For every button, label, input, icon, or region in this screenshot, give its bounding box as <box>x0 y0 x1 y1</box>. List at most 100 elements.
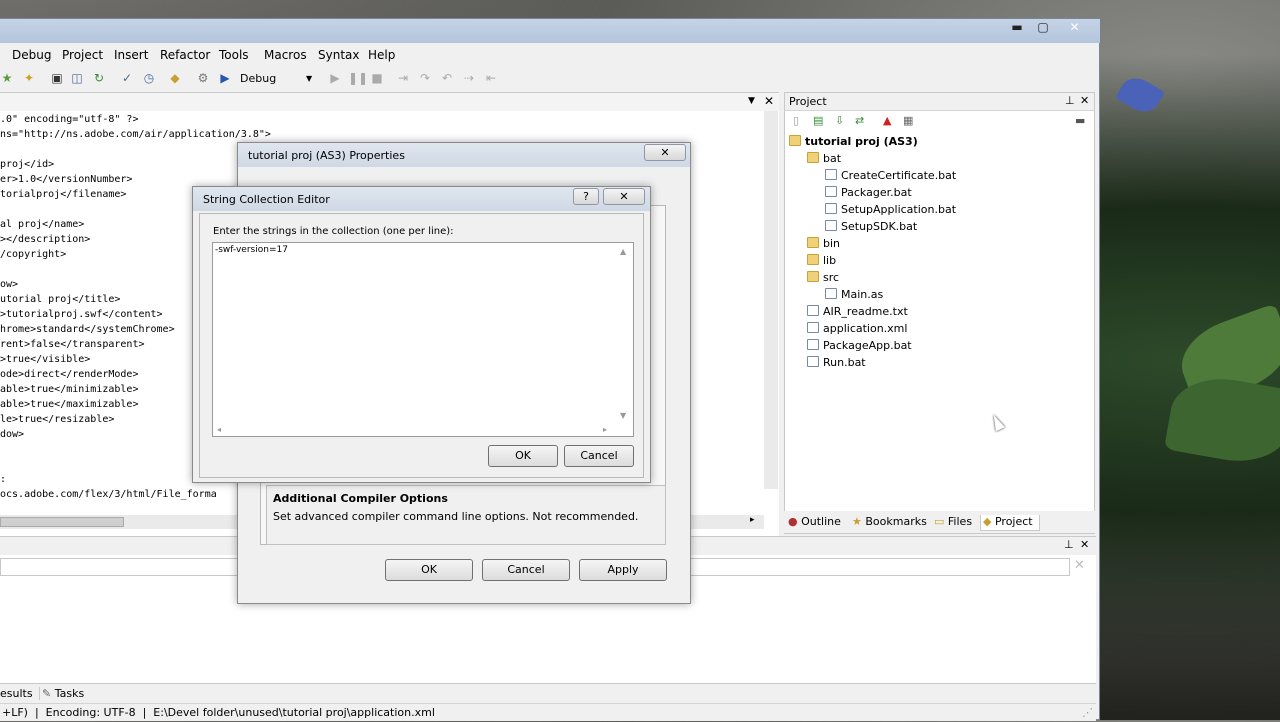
properties-apply-button[interactable]: Apply <box>579 559 667 581</box>
help-button[interactable]: ? <box>573 188 599 205</box>
pin-icon[interactable]: ⊥ <box>1065 94 1075 107</box>
tree-item-label: AIR_readme.txt <box>823 305 908 318</box>
tree-item[interactable]: PackageApp.bat <box>807 339 912 352</box>
help-text: Set advanced compiler command line optio… <box>273 510 639 523</box>
tree-item-label: CreateCertificate.bat <box>841 169 957 182</box>
code-line: ns="http://ns.adobe.com/air/application/… <box>0 129 271 140</box>
flash-icon[interactable]: ▲ <box>883 114 891 127</box>
bookmark-icon[interactable]: ★ <box>0 71 14 85</box>
string-editor-textarea[interactable]: -swf-version=17 ▲ ▼ ◂ ▸ <box>212 242 634 437</box>
tab-project[interactable]: ◆ Project <box>980 515 1040 531</box>
continue-icon[interactable]: ⇢ <box>462 71 476 85</box>
tab-files[interactable]: ▭ Files <box>934 515 972 528</box>
string-editor-value: -swf-version=17 <box>215 245 288 255</box>
chevron-down-icon: ▼ <box>306 74 313 83</box>
clock-icon[interactable]: ◷ <box>142 71 156 85</box>
scroll-thumb[interactable] <box>0 517 124 527</box>
tab-bookmarks[interactable]: ★ Bookmarks <box>852 515 927 528</box>
play-icon[interactable]: ▶ <box>328 71 342 85</box>
step-over-icon[interactable]: ↷ <box>418 71 432 85</box>
tree-item[interactable]: application.xml <box>807 322 907 335</box>
tree-item[interactable]: AIR_readme.txt <box>807 305 908 318</box>
code-line: : <box>0 474 7 485</box>
scroll-up-icon[interactable]: ▲ <box>620 247 626 256</box>
properties-ok-button[interactable]: OK <box>385 559 473 581</box>
minimize-button[interactable]: ▬ <box>1004 19 1030 36</box>
scroll-left-icon[interactable]: ◂ <box>217 425 221 434</box>
string-editor-ok-button[interactable]: OK <box>488 445 558 467</box>
tab-tasks[interactable]: ✎ Tasks <box>42 687 84 700</box>
tree-item[interactable]: bin <box>807 237 840 250</box>
tree-item[interactable]: Run.bat <box>807 356 866 369</box>
gear-icon[interactable]: ⚙ <box>196 71 210 85</box>
menu-insert[interactable]: Insert <box>114 48 148 62</box>
string-editor-cancel-button[interactable]: Cancel <box>564 445 634 467</box>
chevron-down-icon[interactable]: ▼ <box>748 96 755 106</box>
tree-item-label: PackageApp.bat <box>823 339 912 352</box>
tree-item-label: bat <box>823 152 842 165</box>
layout-icon[interactable]: ◫ <box>70 71 84 85</box>
close-icon[interactable]: ✕ <box>1080 94 1089 107</box>
menu-help[interactable]: Help <box>368 48 395 62</box>
tab-results[interactable]: esults <box>0 687 40 700</box>
tree-item[interactable]: bat <box>807 152 841 165</box>
string-editor-close-button[interactable]: ✕ <box>603 188 645 205</box>
folder-icon: ▭ <box>934 515 945 528</box>
bottom-tabs: esults ✎ Tasks <box>0 683 1096 703</box>
menu-syntax[interactable]: Syntax <box>318 48 359 62</box>
project-root[interactable]: tutorial proj (AS3) <box>789 135 918 148</box>
scroll-down-icon[interactable]: ▼ <box>620 411 626 420</box>
tree-item[interactable]: lib <box>807 254 836 267</box>
code-line: dow> <box>0 429 25 440</box>
stop-icon[interactable]: ■ <box>370 71 384 85</box>
editor-vertical-scrollbar[interactable] <box>764 111 778 489</box>
step-into-icon[interactable]: ⇥ <box>396 71 410 85</box>
refresh-icon[interactable]: ↻ <box>92 71 106 85</box>
tree-item-label: src <box>823 271 840 284</box>
briefcase-icon[interactable]: ▬ <box>1075 114 1085 127</box>
box-icon[interactable]: ◆ <box>168 71 182 85</box>
check-icon[interactable]: ✓ <box>120 71 134 85</box>
close-button[interactable]: ✕ <box>1058 19 1091 36</box>
menu-debug[interactable]: Debug <box>12 48 51 62</box>
scroll-right-icon[interactable]: ▸ <box>750 515 755 525</box>
code-line: al proj</name> <box>0 219 85 230</box>
add-icon[interactable]: ▤ <box>813 114 823 127</box>
build-config-select[interactable]: Debug ▼ <box>236 70 316 88</box>
menu-macros[interactable]: Macros <box>264 48 307 62</box>
menu-tools[interactable]: Tools <box>219 48 249 62</box>
tab-outline[interactable]: ● Outline <box>788 515 841 528</box>
properties-cancel-button[interactable]: Cancel <box>482 559 570 581</box>
tree-item[interactable]: SetupSDK.bat <box>825 220 917 233</box>
tree-item[interactable]: src <box>807 271 839 284</box>
pause-icon[interactable]: ❚❚ <box>348 71 368 85</box>
star-icon: ★ <box>852 515 862 528</box>
scroll-right-icon[interactable]: ▸ <box>603 425 607 434</box>
code-line: proj</id> <box>0 159 55 170</box>
new-file-icon[interactable]: ▯ <box>793 114 799 127</box>
tree-item-label: bin <box>823 237 841 250</box>
sync-icon[interactable]: ⇄ <box>855 114 864 127</box>
tree-item[interactable]: Main.as <box>825 288 883 301</box>
import-icon[interactable]: ⇩ <box>835 114 844 127</box>
tree-item[interactable]: CreateCertificate.bat <box>825 169 956 182</box>
tree-item[interactable]: SetupApplication.bat <box>825 203 956 216</box>
terminal-icon[interactable]: ▣ <box>50 71 64 85</box>
star-icon[interactable]: ✦ <box>22 71 36 85</box>
file-icon <box>807 322 819 333</box>
clear-icon[interactable]: ✕ <box>1074 558 1085 573</box>
properties-close-button[interactable]: ✕ <box>644 144 686 161</box>
string-editor-titlebar: String Collection Editor ? ✕ <box>193 187 650 211</box>
step-out-icon[interactable]: ↶ <box>440 71 454 85</box>
properties-icon[interactable]: ▦ <box>903 114 913 127</box>
project-panel-header: Project ⊥ ✕ <box>785 93 1094 111</box>
close-icon[interactable]: ✕ <box>1080 538 1089 551</box>
close-icon[interactable]: ✕ <box>764 94 774 108</box>
tree-item[interactable]: Packager.bat <box>825 186 912 199</box>
maximize-button[interactable]: ▢ <box>1030 19 1056 36</box>
play-icon[interactable]: ▶ <box>218 71 232 85</box>
menu-refactor[interactable]: Refactor <box>160 48 210 62</box>
finish-icon[interactable]: ⇤ <box>484 71 498 85</box>
pin-icon[interactable]: ⊥ <box>1064 538 1074 551</box>
menu-project[interactable]: Project <box>62 48 103 62</box>
